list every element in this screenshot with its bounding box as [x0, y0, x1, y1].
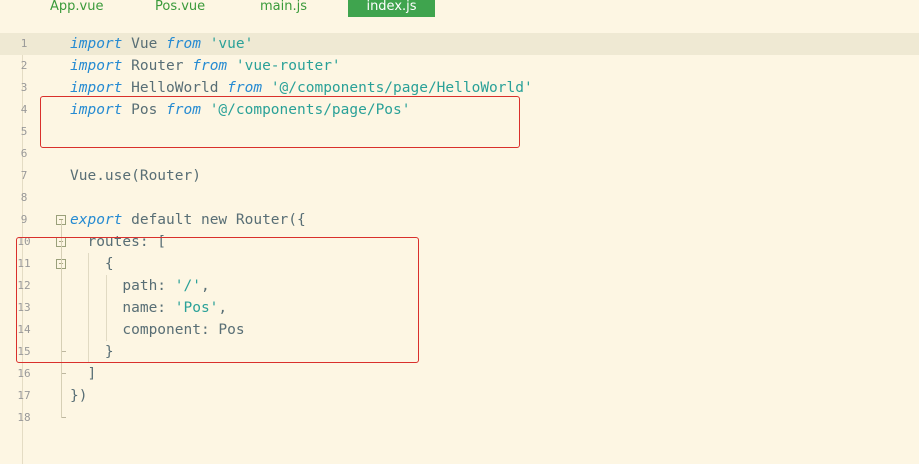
- code-text: }): [70, 388, 88, 404]
- indent-guide: [88, 253, 89, 363]
- code-text: Vue.use(Router): [70, 168, 201, 184]
- code-line: 12 path: '/',: [0, 275, 919, 297]
- line-number: 16: [17, 367, 31, 380]
- line-number: 13: [17, 301, 31, 314]
- code-text: }: [70, 344, 114, 360]
- code-text: routes: [: [70, 234, 167, 250]
- code-line: 3 import HelloWorld from '@/components/p…: [0, 77, 919, 99]
- code-text: import Router from 'vue-router': [70, 58, 341, 74]
- code-text: import Pos from '@/components/page/Pos': [70, 102, 411, 118]
- line-number: 9: [20, 213, 28, 226]
- tab-index-js[interactable]: index.js: [348, 0, 435, 17]
- indent-guide: [106, 275, 107, 341]
- line-number: 17: [17, 389, 31, 402]
- line-number: 5: [20, 125, 28, 138]
- code-line: 14 component: Pos: [0, 319, 919, 341]
- code-text: ]: [70, 366, 97, 382]
- code-line: 8: [0, 187, 919, 209]
- fold-guide: [61, 220, 62, 418]
- code-line: 13 name: 'Pos',: [0, 297, 919, 319]
- tab-bar: App.vue Pos.vue main.js index.js: [0, 0, 919, 17]
- code-text: path: '/',: [70, 278, 210, 294]
- code-line: 11 − {: [0, 253, 919, 275]
- line-number: 11: [17, 257, 31, 270]
- line-number: 4: [20, 103, 28, 116]
- code-line: 7 Vue.use(Router): [0, 165, 919, 187]
- line-number: 7: [20, 169, 28, 182]
- code-line: 18: [0, 407, 919, 429]
- code-text: component: Pos: [70, 322, 245, 338]
- code-line: 16 ]: [0, 363, 919, 385]
- line-number: 2: [20, 59, 28, 72]
- code-text: import Vue from 'vue': [70, 36, 254, 52]
- code-editor[interactable]: 1 import Vue from 'vue' 2 import Router …: [0, 33, 919, 464]
- code-text: name: 'Pos',: [70, 300, 228, 316]
- code-line: 5: [0, 121, 919, 143]
- line-number: 15: [17, 345, 31, 358]
- tab-pos-vue[interactable]: Pos.vue: [155, 0, 225, 17]
- code-text: import HelloWorld from '@/components/pag…: [70, 80, 533, 96]
- code-line: 2 import Router from 'vue-router': [0, 55, 919, 77]
- code-line: 1 import Vue from 'vue': [0, 33, 919, 55]
- line-number: 10: [17, 235, 31, 248]
- code-line: 10 − routes: [: [0, 231, 919, 253]
- tab-main-js[interactable]: main.js: [260, 0, 330, 17]
- code-line: 4 import Pos from '@/components/page/Pos…: [0, 99, 919, 121]
- code-text: {: [70, 256, 114, 272]
- line-number: 6: [20, 147, 28, 160]
- line-number: 18: [17, 411, 31, 424]
- line-number: 1: [20, 37, 28, 50]
- code-line: 9 − export default new Router({: [0, 209, 919, 231]
- line-number: 12: [17, 279, 31, 292]
- tab-app-vue[interactable]: App.vue: [50, 0, 120, 17]
- line-number: 14: [17, 323, 31, 336]
- line-number: 8: [20, 191, 28, 204]
- code-line: 15 }: [0, 341, 919, 363]
- code-text: export default new Router({: [70, 212, 306, 228]
- code-line: 6: [0, 143, 919, 165]
- line-number: 3: [20, 81, 28, 94]
- code-line: 17 }): [0, 385, 919, 407]
